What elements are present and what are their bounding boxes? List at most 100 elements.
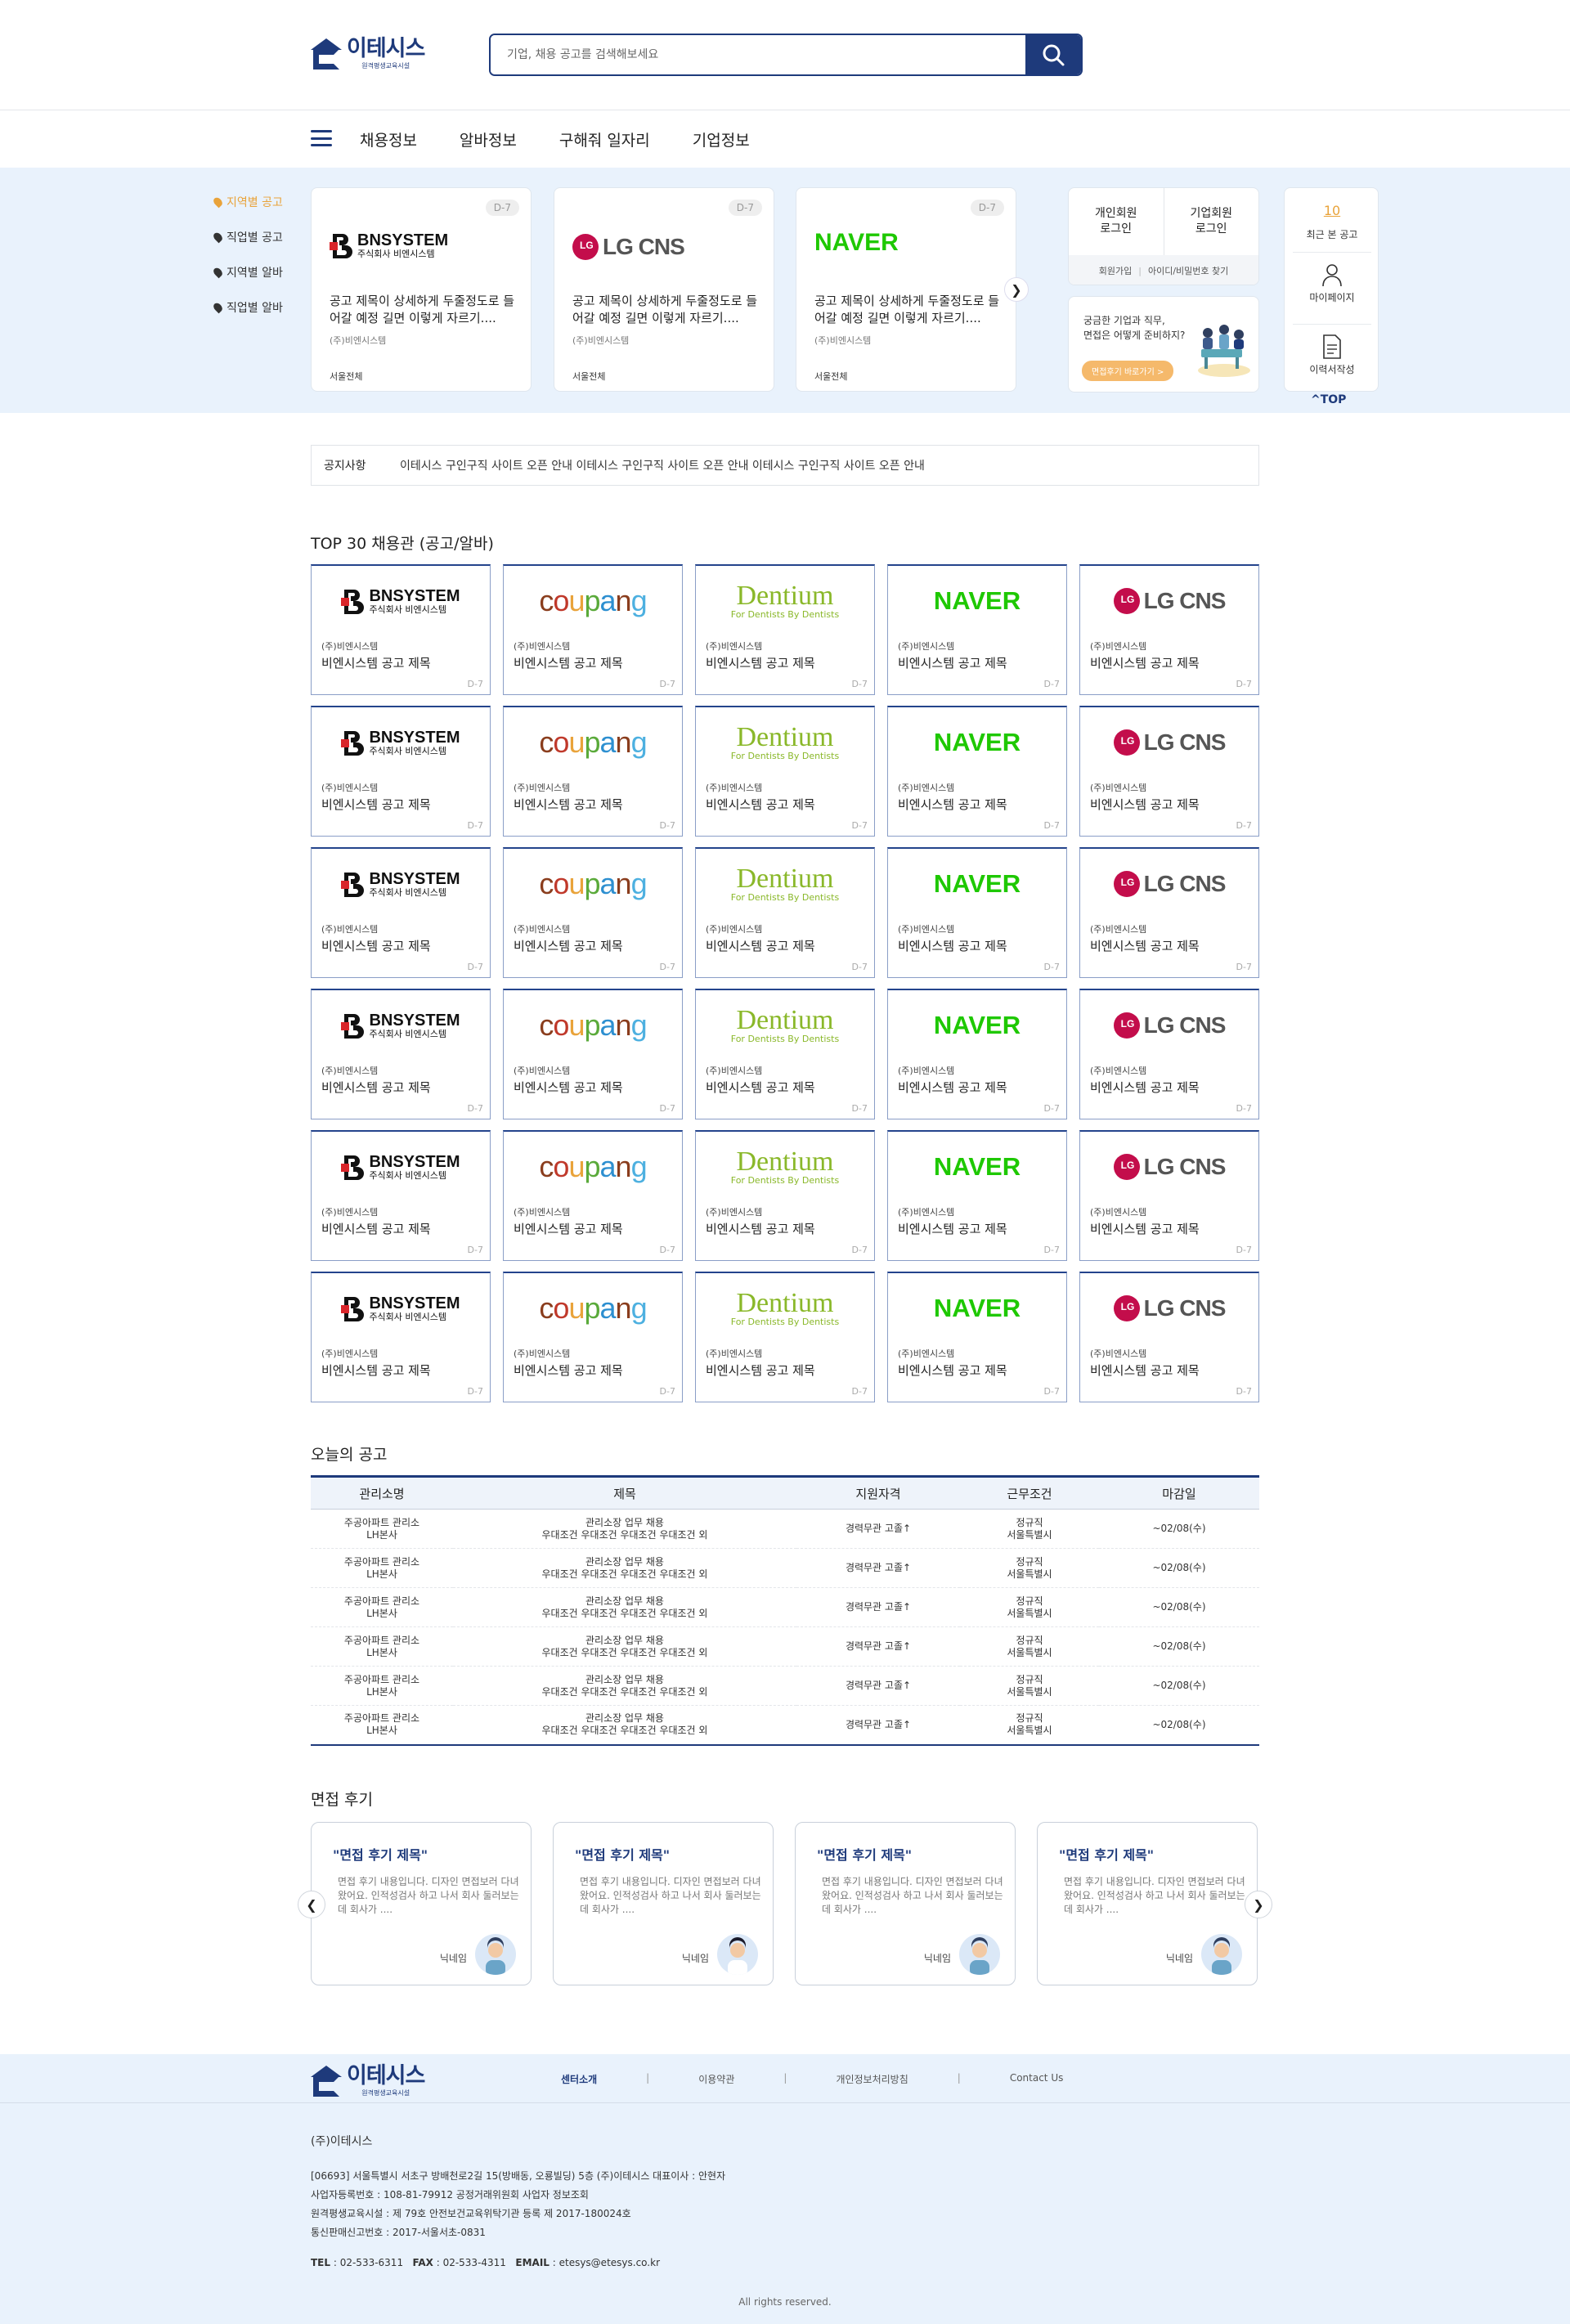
brand-name: LG CNS [1143, 1295, 1227, 1321]
search-button[interactable] [1025, 35, 1081, 74]
top30-job-card[interactable]: BNSYSTEM 주식회사 비엔시스템 (주)비엔시스템 비엔시스템 공고 제목 D-7 [311, 564, 491, 695]
org-sub: LH본사 [366, 1646, 397, 1658]
table-row[interactable]: 주공아파트 관리소 LH본사 관리소장 업무 채용 우대조건 우대조건 우대조건 우대… [311, 1626, 1259, 1667]
top30-job-card[interactable]: LG LG CNS (주)비엔시스템 비엔시스템 공고 제목 D-7 [1079, 989, 1259, 1119]
table-row[interactable]: 주공아파트 관리소 LH본사 관리소장 업무 채용 우대조건 우대조건 우대조건 우대… [311, 1548, 1259, 1588]
search-input[interactable] [491, 35, 1025, 74]
footer-link-contact[interactable]: Contact Us [1010, 2072, 1064, 2086]
table-row[interactable]: 주공아파트 관리소 LH본사 관리소장 업무 채용 우대조건 우대조건 우대조건 우대… [311, 1509, 1259, 1549]
top30-job-card[interactable]: BNSYSTEM 주식회사 비엔시스템 (주)비엔시스템 비엔시스템 공고 제목 D-7 [311, 1130, 491, 1261]
top30-job-card[interactable]: NAVER (주)비엔시스템 비엔시스템 공고 제목 D-7 [887, 706, 1067, 837]
fax-label: FAX [412, 2257, 433, 2268]
footer-company-name: (주)이테시스 [311, 2135, 373, 2148]
company-login-button[interactable]: 기업회원 로그인 [1163, 188, 1259, 255]
top30-job-card[interactable]: LG LG CNS (주)비엔시스템 비엔시스템 공고 제목 D-7 [1079, 706, 1259, 837]
find-account-link[interactable]: 아이디/비밀번호 찾기 [1148, 264, 1228, 277]
side-menu-item-region-jobs[interactable]: 지역별 공고 [212, 184, 283, 219]
email-value[interactable]: etesys@etesys.co.kr [559, 2257, 660, 2268]
recent-count[interactable]: 10 [1285, 203, 1379, 218]
review-card[interactable]: "면접 후기 제목" 면접 후기 내용입니다. 디자인 면접보러 다녀왔어요. 인… [553, 1822, 774, 1985]
footer-link-privacy[interactable]: 개인정보처리방침 [836, 2072, 908, 2086]
company-logo-dentium: Dentium For Dentists By Dentists [696, 1285, 874, 1332]
top30-job-card[interactable]: coupang (주)비엔시스템 비엔시스템 공고 제목 D-7 [503, 706, 683, 837]
footer-link-terms[interactable]: 이용약관 [698, 2072, 734, 2086]
top30-job-card[interactable]: LG LG CNS (주)비엔시스템 비엔시스템 공고 제목 D-7 [1079, 847, 1259, 978]
review-nickname: 닉네임 [1165, 1953, 1193, 1964]
notice-bar[interactable]: 공지사항 이테시스 구인구직 사이트 오픈 안내 이테시스 구인구직 사이트 오… [311, 445, 1259, 486]
signup-link[interactable]: 회원가입 [1099, 264, 1132, 277]
table-row[interactable]: 주공아파트 관리소 LH본사 관리소장 업무 채용 우대조건 우대조건 우대조건 우대… [311, 1705, 1259, 1746]
top30-job-card[interactable]: coupang (주)비엔시스템 비엔시스템 공고 제목 D-7 [503, 1130, 683, 1261]
brand-name: Dentium [736, 1004, 834, 1035]
nav-item-parttime[interactable]: 알바정보 [460, 128, 517, 150]
interview-promo-banner[interactable]: 궁금한 기업과 직무, 면접은 어떻게 준비하지? 면접후기 바로가기 > [1068, 296, 1259, 393]
top30-job-card[interactable]: BNSYSTEM 주식회사 비엔시스템 (주)비엔시스템 비엔시스템 공고 제목 D-7 [311, 989, 491, 1119]
featured-job-card[interactable]: D-7 LG LG CNS 공고 제목이 상세하게 두줄정도로 들어갈 예정 길… [554, 187, 774, 392]
top30-job-card[interactable]: NAVER (주)비엔시스템 비엔시스템 공고 제목 D-7 [887, 1130, 1067, 1261]
top30-job-card[interactable]: NAVER (주)비엔시스템 비엔시스템 공고 제목 D-7 [887, 847, 1067, 978]
resume-button[interactable]: 이력서작성 [1285, 334, 1379, 376]
company-logo-naver: NAVER [814, 229, 899, 256]
job-title: 비엔시스템 공고 제목 [706, 1222, 815, 1236]
top30-job-card[interactable]: BNSYSTEM 주식회사 비엔시스템 (주)비엔시스템 비엔시스템 공고 제목 D-7 [311, 1272, 491, 1402]
top30-job-card[interactable]: coupang (주)비엔시스템 비엔시스템 공고 제목 D-7 [503, 847, 683, 978]
chevron-right-icon: ❯ [1011, 281, 1022, 298]
org-name: 주공아파트 관리소 [343, 1634, 420, 1646]
side-menu-item-region-parttime[interactable]: 지역별 알바 [212, 254, 283, 289]
fax-value: 02-533-4311 [442, 2257, 506, 2268]
top30-job-card[interactable]: Dentium For Dentists By Dentists (주)비엔시스템 비… [695, 847, 875, 978]
user-icon [1322, 264, 1342, 287]
avatar [717, 1934, 758, 1975]
featured-job-card[interactable]: D-7 NAVER 공고 제목이 상세하게 두줄정도로 들어갈 예정 길면 이렇… [796, 187, 1016, 392]
personal-login-button[interactable]: 개인회원 로그인 [1069, 188, 1164, 255]
side-menu-item-job-jobs[interactable]: 직업별 공고 [212, 219, 283, 254]
cell-conditions: 정규직 서울특별시 [960, 1587, 1099, 1627]
footer-logo[interactable]: 이테시스 원격평생교육시설 [311, 2064, 425, 2097]
top30-job-card[interactable]: NAVER (주)비엔시스템 비엔시스템 공고 제목 D-7 [887, 1272, 1067, 1402]
top30-job-card[interactable]: Dentium For Dentists By Dentists (주)비엔시스템 비… [695, 1130, 875, 1261]
top30-job-card[interactable]: LG LG CNS (주)비엔시스템 비엔시스템 공고 제목 D-7 [1079, 564, 1259, 695]
side-menu-item-job-parttime[interactable]: 직업별 알바 [212, 289, 283, 325]
top30-job-card[interactable]: Dentium For Dentists By Dentists (주)비엔시스템 비… [695, 706, 875, 837]
footer-link-about[interactable]: 센터소개 [561, 2072, 597, 2086]
interview-review-link[interactable]: 면접후기 바로가기 > [1082, 361, 1174, 381]
top30-job-card[interactable]: BNSYSTEM 주식회사 비엔시스템 (주)비엔시스템 비엔시스템 공고 제목 D-7 [311, 706, 491, 837]
company-logo-coupang: coupang [504, 860, 682, 908]
carousel-next-button[interactable]: ❯ [1004, 277, 1029, 302]
menu-icon[interactable] [311, 130, 332, 146]
table-row[interactable]: 주공아파트 관리소 LH본사 관리소장 업무 채용 우대조건 우대조건 우대조건 우대… [311, 1666, 1259, 1706]
top30-job-card[interactable]: coupang (주)비엔시스템 비엔시스템 공고 제목 D-7 [503, 564, 683, 695]
top30-job-card[interactable]: Dentium For Dentists By Dentists (주)비엔시스템 비… [695, 564, 875, 695]
brand-name: coupang [539, 584, 647, 617]
top30-job-card[interactable]: NAVER (주)비엔시스템 비엔시스템 공고 제목 D-7 [887, 564, 1067, 695]
review-card[interactable]: "면접 후기 제목" 면접 후기 내용입니다. 디자인 면접보러 다녀왔어요. 인… [311, 1822, 532, 1985]
brand-name: Dentium [736, 721, 834, 752]
reviews-next-button[interactable]: ❯ [1245, 1891, 1272, 1918]
job-title: 관리소장 업무 채용 [585, 1555, 664, 1568]
nav-item-companies[interactable]: 기업정보 [693, 128, 750, 150]
top30-job-card[interactable]: NAVER (주)비엔시스템 비엔시스템 공고 제목 D-7 [887, 989, 1067, 1119]
top30-job-card[interactable]: coupang (주)비엔시스템 비엔시스템 공고 제목 D-7 [503, 1272, 683, 1402]
footer-logo-subtitle: 원격평생교육시설 [361, 2089, 410, 2097]
nav-item-jobs[interactable]: 채용정보 [360, 128, 417, 150]
top30-job-card[interactable]: BNSYSTEM 주식회사 비엔시스템 (주)비엔시스템 비엔시스템 공고 제목 D-7 [311, 847, 491, 978]
top30-job-card[interactable]: Dentium For Dentists By Dentists (주)비엔시스템 비… [695, 1272, 875, 1402]
scroll-top-button[interactable]: ^TOP [1311, 393, 1346, 406]
mypage-button[interactable]: 마이페이지 [1285, 262, 1379, 304]
top30-job-card[interactable]: coupang (주)비엔시스템 비엔시스템 공고 제목 D-7 [503, 989, 683, 1119]
top30-job-card[interactable]: Dentium For Dentists By Dentists (주)비엔시스템 비… [695, 989, 875, 1119]
review-card[interactable]: "면접 후기 제목" 면접 후기 내용입니다. 디자인 면접보러 다녀왔어요. 인… [1037, 1822, 1258, 1985]
company-name: (주)비엔시스템 [706, 1207, 763, 1218]
top30-job-card[interactable]: LG LG CNS (주)비엔시스템 비엔시스템 공고 제목 D-7 [1079, 1272, 1259, 1402]
nav-item-find-work[interactable]: 구해줘 일자리 [559, 128, 650, 150]
reviews-prev-button[interactable]: ❮ [298, 1891, 325, 1918]
featured-job-card[interactable]: D-7 BNSYSTEM 주식회사 비엔시스템 공고 제목이 상세하게 두줄정도… [311, 187, 532, 392]
brand-name: LG CNS [1143, 729, 1227, 755]
job-title: 비엔시스템 공고 제목 [514, 1363, 623, 1378]
review-card[interactable]: "면접 후기 제목" 면접 후기 내용입니다. 디자인 면접보러 다녀왔어요. 인… [795, 1822, 1016, 1985]
company-name: (주)비엔시스템 [898, 641, 955, 652]
recent-jobs-label[interactable]: 최근 본 공고 [1285, 227, 1379, 241]
site-logo[interactable]: 이테시스 원격평생교육시설 [311, 37, 425, 70]
top30-job-card[interactable]: LG LG CNS (주)비엔시스템 비엔시스템 공고 제목 D-7 [1079, 1130, 1259, 1261]
table-row[interactable]: 주공아파트 관리소 LH본사 관리소장 업무 채용 우대조건 우대조건 우대조건 우대… [311, 1587, 1259, 1627]
